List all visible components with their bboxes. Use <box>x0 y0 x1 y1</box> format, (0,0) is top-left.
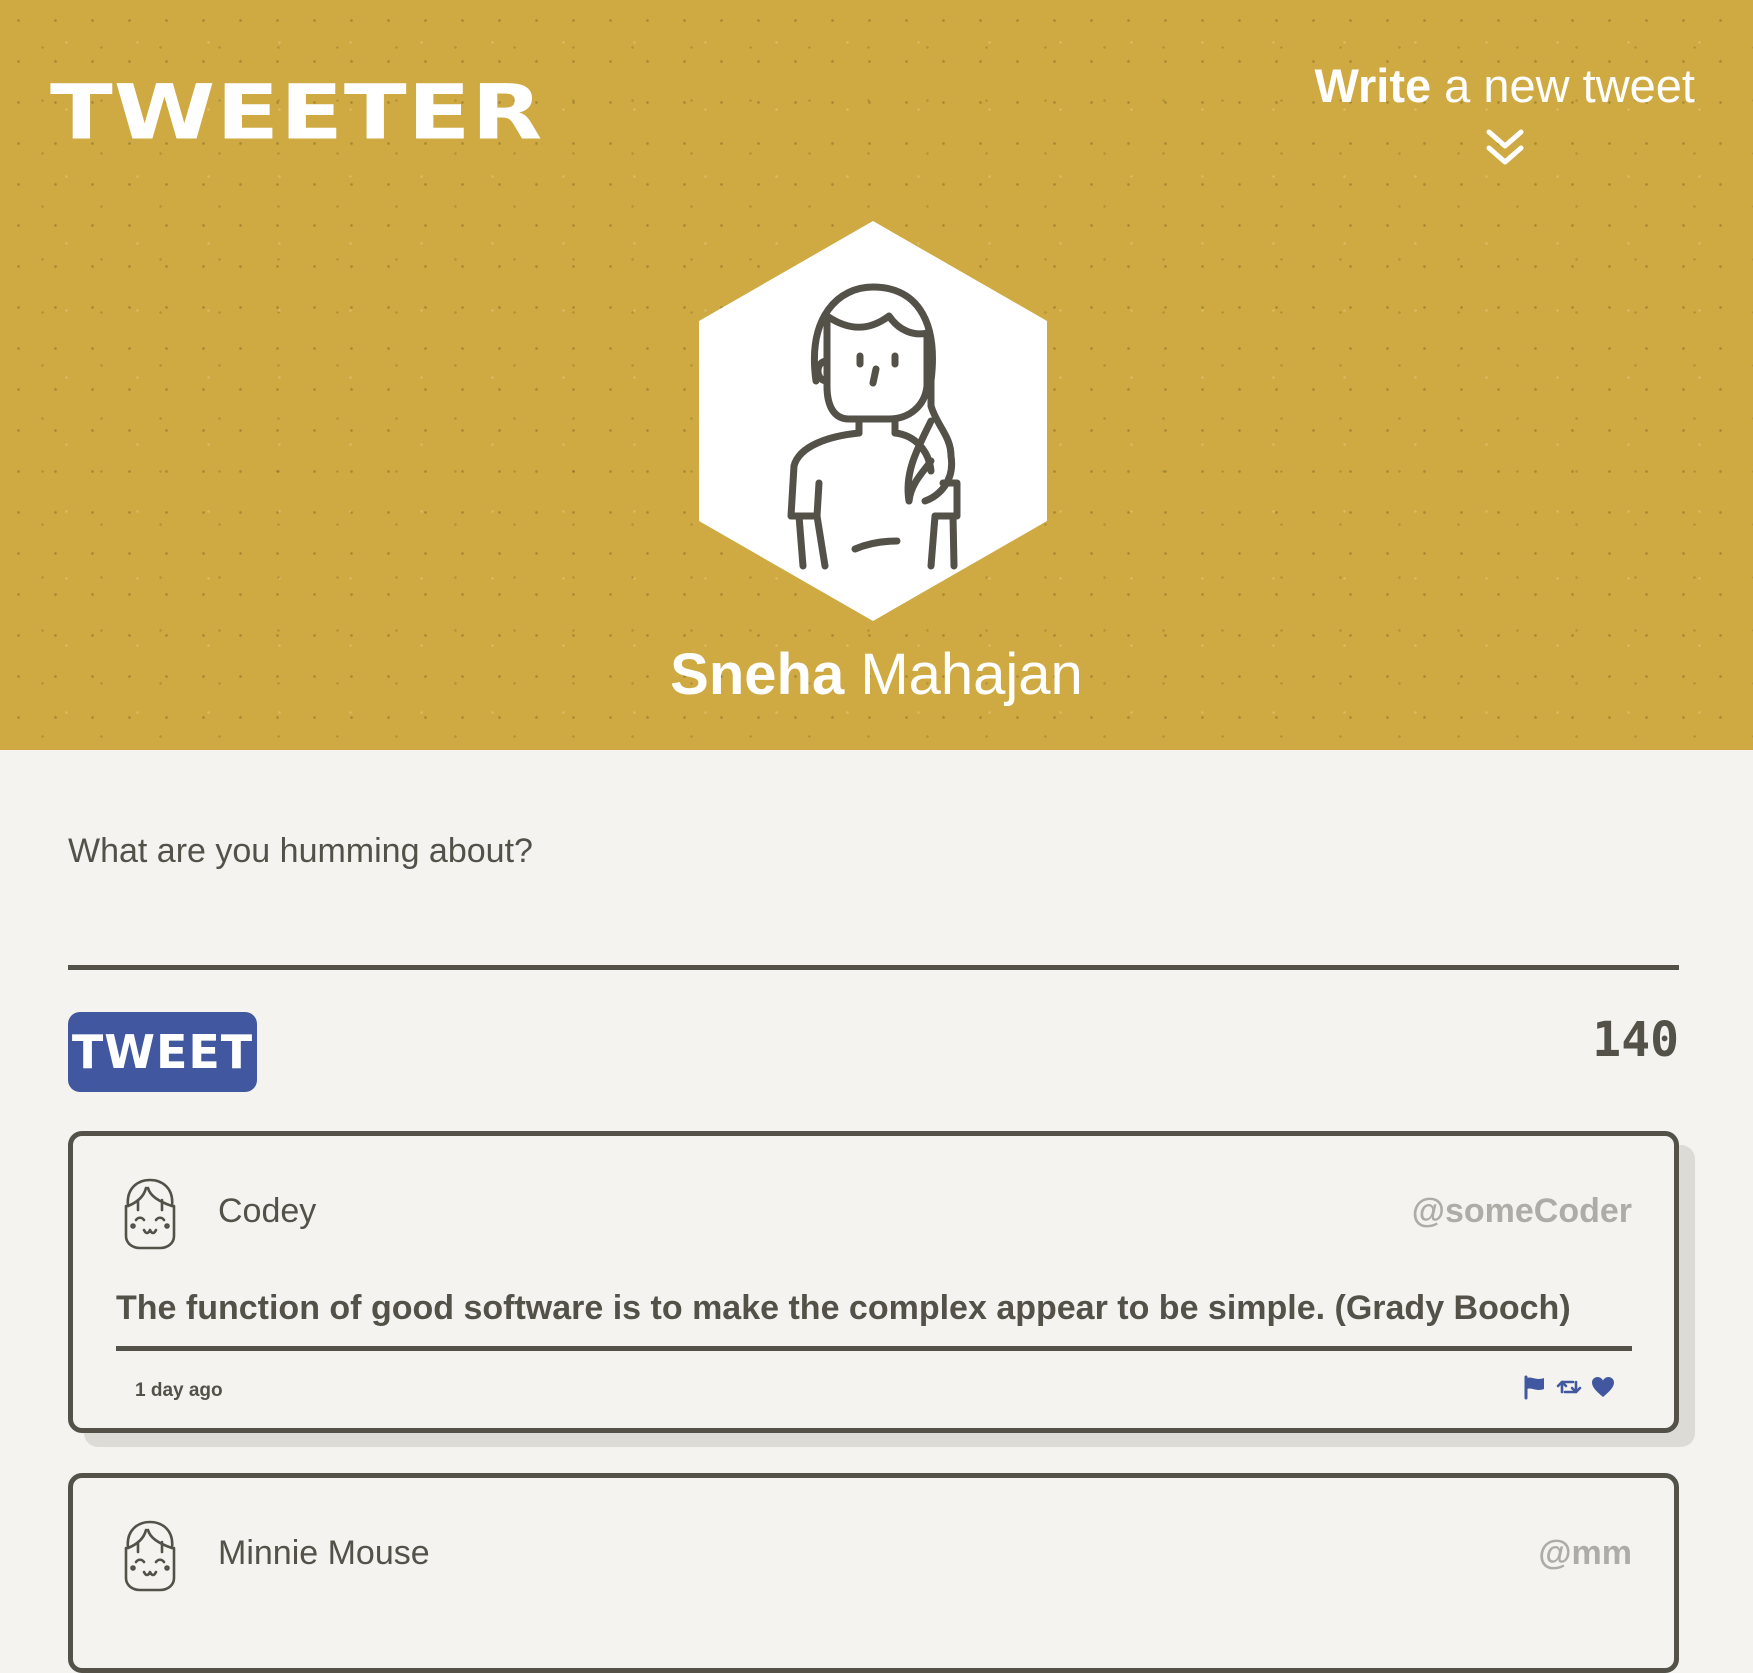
retweet-icon[interactable] <box>1556 1374 1582 1400</box>
user-avatar-icon <box>124 1520 176 1592</box>
tweet-timestamp: 1 day ago <box>135 1380 223 1401</box>
page-header: TWEETER Write a new tweet Sneha Mahajan <box>0 0 1753 750</box>
profile-avatar <box>699 221 1047 621</box>
tweet-author-handle: @someCoder <box>1411 1192 1632 1230</box>
character-counter: 140 <box>1592 1012 1679 1068</box>
compose-section: TWEET 140 <box>68 820 1679 1092</box>
tweet-header: Codey @someCoder <box>118 1176 1632 1250</box>
tweet-input[interactable] <box>68 820 1679 970</box>
tweet-author-name: Codey <box>218 1192 317 1230</box>
tweet-header: Minnie Mouse @mm <box>118 1518 1632 1592</box>
tweet-card: Minnie Mouse @mm <box>68 1473 1679 1673</box>
write-new-tweet-label[interactable]: Write a new tweet <box>1314 58 1695 114</box>
tweet-author-name: Minnie Mouse <box>218 1534 430 1572</box>
heart-icon[interactable] <box>1590 1374 1616 1400</box>
app-logo[interactable]: TWEETER <box>50 72 543 154</box>
user-avatar-icon <box>124 1178 176 1250</box>
tweet-card: Codey @someCoder The function of good so… <box>68 1131 1679 1433</box>
profile-name: Sneha Mahajan <box>0 640 1753 710</box>
profile-first-name: Sneha <box>670 642 845 707</box>
tweet-author-handle: @mm <box>1538 1534 1632 1572</box>
double-chevron-down-icon[interactable] <box>1483 126 1527 170</box>
tweet-text: The function of good software is to make… <box>116 1286 1632 1351</box>
tweet-actions <box>1522 1374 1616 1400</box>
write-label-bold: Write <box>1314 59 1432 112</box>
profile-last-name: Mahajan <box>844 642 1083 707</box>
write-new-tweet-toggle[interactable]: Write a new tweet <box>1314 58 1695 170</box>
tweet-button[interactable]: TWEET <box>68 1012 257 1092</box>
flag-icon[interactable] <box>1522 1374 1548 1400</box>
write-label-rest: a new tweet <box>1431 59 1695 112</box>
